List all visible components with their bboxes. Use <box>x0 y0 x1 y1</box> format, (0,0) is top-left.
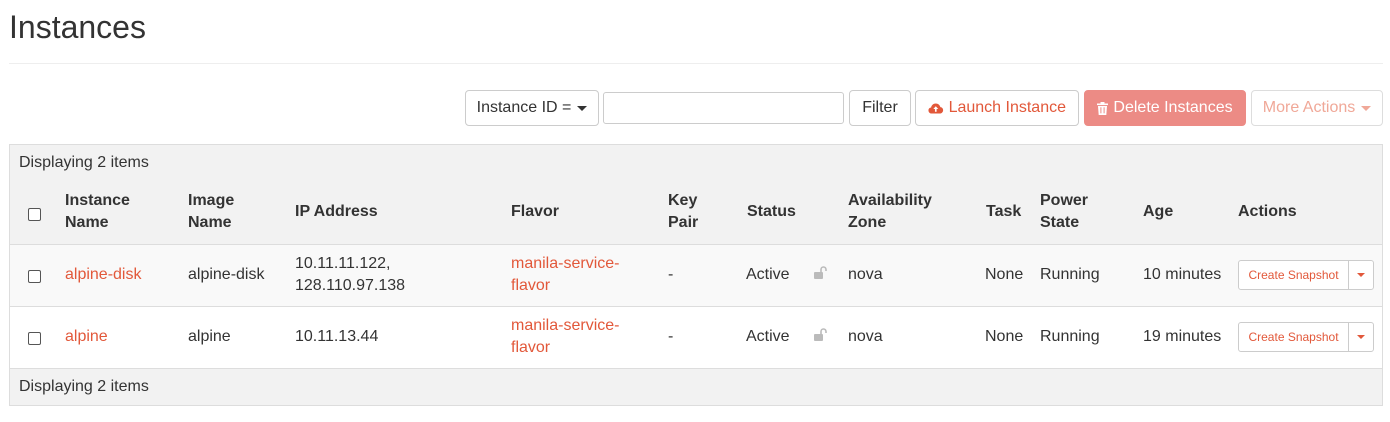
header-availability-zone[interactable]: Availability Zone <box>848 190 932 234</box>
table-row: alpine-disk alpine-disk 10.11.11.122, 128… <box>10 244 1382 306</box>
header-flavor[interactable]: Flavor <box>511 201 559 223</box>
header-instance-name[interactable]: Instance Name <box>65 190 130 234</box>
instance-name-link[interactable]: alpine <box>65 326 108 348</box>
unlock-icon <box>814 266 827 279</box>
power-state: Running <box>1040 328 1100 345</box>
caret-down-icon <box>1361 105 1372 111</box>
item-count-text: Displaying 2 items <box>19 154 149 171</box>
more-actions-label: More Actions <box>1262 99 1356 116</box>
unlock-icon <box>814 328 827 341</box>
key-pair: - <box>668 328 674 345</box>
status: Active <box>746 266 790 283</box>
table-row: alpine alpine 10.11.13.44 manila-service… <box>10 306 1382 368</box>
flavor-link[interactable]: manila-service-flavor <box>511 253 619 297</box>
trash-icon <box>1097 101 1109 115</box>
row-actions: Create Snapshot <box>1238 260 1374 290</box>
launch-instance-label: Launch Instance <box>948 99 1066 116</box>
cloud-upload-icon <box>928 102 944 114</box>
header-age[interactable]: Age <box>1143 201 1173 223</box>
delete-instances-label: Delete Instances <box>1113 99 1233 116</box>
select-all-checkbox[interactable] <box>28 208 41 221</box>
status: Active <box>746 328 790 345</box>
item-count-bottom: Displaying 2 items <box>10 368 1382 405</box>
ip-address: 10.11.11.122, 128.110.97.138 <box>295 255 406 294</box>
header-task[interactable]: Task <box>986 201 1021 223</box>
instances-table: Displaying 2 items Instance Name Image Nam… <box>9 144 1383 406</box>
availability-zone: nova <box>848 266 883 283</box>
key-pair: - <box>668 266 674 283</box>
create-snapshot-button[interactable]: Create Snapshot <box>1238 322 1349 352</box>
filter-button-label: Filter <box>862 99 898 116</box>
row-checkbox[interactable] <box>28 270 41 283</box>
header-image-name[interactable]: Image Name <box>188 190 234 234</box>
launch-instance-button[interactable]: Launch Instance <box>915 90 1079 126</box>
title-divider <box>9 63 1383 64</box>
filter-input[interactable] <box>603 92 844 124</box>
item-count-top: Displaying 2 items <box>10 145 1382 181</box>
caret-down-icon <box>1357 335 1365 339</box>
header-power-state[interactable]: Power State <box>1040 190 1088 234</box>
image-name: alpine-disk <box>188 266 265 283</box>
filter-field-label: Instance ID = <box>476 99 572 116</box>
caret-down-icon <box>1357 273 1365 277</box>
page-title: Instances <box>9 9 146 45</box>
image-name: alpine <box>188 328 231 345</box>
filter-button[interactable]: Filter <box>849 90 911 126</box>
availability-zone: nova <box>848 328 883 345</box>
row-actions-dropdown[interactable] <box>1348 322 1374 352</box>
row-actions-dropdown[interactable] <box>1348 260 1374 290</box>
more-actions-dropdown[interactable]: More Actions <box>1251 90 1383 126</box>
filter-field-dropdown[interactable]: Instance ID = <box>465 90 599 126</box>
age: 19 minutes <box>1143 328 1222 345</box>
row-actions: Create Snapshot <box>1238 322 1374 352</box>
task: None <box>985 266 1024 283</box>
caret-down-icon <box>577 105 588 111</box>
create-snapshot-button[interactable]: Create Snapshot <box>1238 260 1349 290</box>
instance-name-link[interactable]: alpine-disk <box>65 264 141 286</box>
power-state: Running <box>1040 266 1100 283</box>
header-actions: Actions <box>1238 203 1297 220</box>
item-count-text: Displaying 2 items <box>19 378 149 395</box>
table-header: Instance Name Image Name IP Address Flavor… <box>10 181 1382 244</box>
header-key-pair[interactable]: Key Pair <box>668 190 698 234</box>
ip-address: 10.11.13.44 <box>295 328 379 345</box>
table-toolbar: Instance ID = Filter Launch Instance Del… <box>0 90 1390 126</box>
header-ip-address[interactable]: IP Address <box>295 201 378 223</box>
header-status[interactable]: Status <box>747 201 796 223</box>
age: 10 minutes <box>1143 266 1222 283</box>
task: None <box>985 328 1024 345</box>
row-checkbox[interactable] <box>28 332 41 345</box>
delete-instances-button[interactable]: Delete Instances <box>1084 90 1246 126</box>
flavor-link[interactable]: manila-service-flavor <box>511 315 619 359</box>
